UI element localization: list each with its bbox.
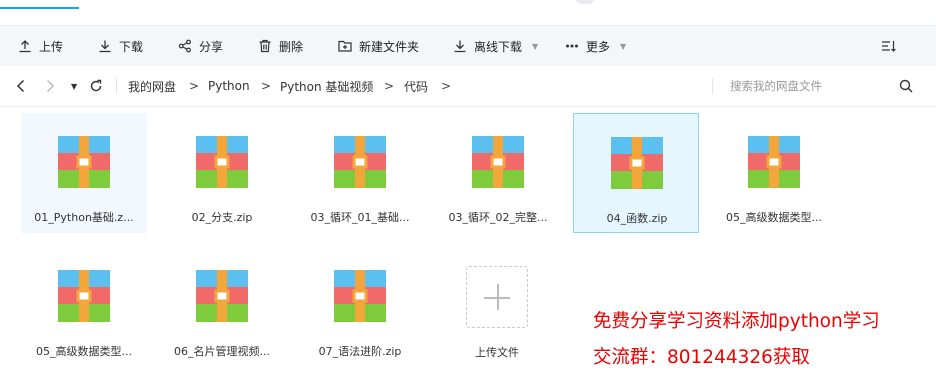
new-folder-icon: [338, 40, 352, 52]
file-item[interactable]: 02_分支.zip: [159, 113, 285, 233]
breadcrumb-item-python-basics[interactable]: Python 基础视频: [280, 66, 373, 106]
sort-icon: [882, 41, 896, 52]
file-item[interactable]: 03_循环_02_完整...: [435, 113, 561, 233]
active-tab-indicator: [0, 7, 79, 9]
file-item[interactable]: 06_名片管理视频...: [159, 247, 285, 367]
zip-archive-icon: [58, 136, 110, 188]
upload-icon: [19, 40, 31, 53]
file-item[interactable]: 05_高级数据类型...: [21, 247, 147, 367]
back-arrow-icon: [16, 79, 25, 93]
top-strip: [0, 0, 936, 25]
breadcrumb-item-my-drive[interactable]: 我的网盘: [128, 66, 176, 106]
file-name: 03_循环_01_基础...: [310, 211, 410, 224]
more-button[interactable]: 更多 ▼: [565, 26, 626, 66]
offline-download-label: 离线下载: [474, 39, 523, 54]
divider: [116, 78, 117, 94]
file-name: 04_函数.zip: [606, 212, 668, 225]
breadcrumb-separator: >: [189, 79, 200, 93]
forward-arrow-icon: [46, 79, 55, 93]
search-button[interactable]: [899, 66, 913, 106]
file-name: 06_名片管理视频...: [174, 345, 270, 358]
offline-download-caret-icon: ▼: [532, 41, 539, 51]
top-handle: [575, 0, 595, 4]
upload-label: 上传: [39, 39, 64, 54]
back-button[interactable]: [16, 66, 26, 106]
promo-text-line1: 免费分享学习资料添加python学习: [593, 311, 880, 332]
share-button[interactable]: 分享: [178, 26, 223, 66]
zip-archive-icon: [334, 270, 386, 322]
trash-icon: [259, 39, 271, 53]
download-button[interactable]: 下载: [98, 26, 143, 66]
toolbar: 上传 下载 分享 删除 新建文件夹 离线下载 ▼ 更多 ▼: [0, 25, 936, 67]
delete-button[interactable]: 删除: [258, 26, 303, 66]
zip-archive-icon: [196, 270, 248, 322]
forward-button[interactable]: [45, 66, 55, 106]
more-label: 更多: [586, 39, 611, 54]
delete-label: 删除: [279, 39, 304, 54]
refresh-button[interactable]: [89, 66, 103, 106]
share-icon: [178, 39, 191, 53]
divider: [712, 78, 713, 94]
file-name: 02_分支.zip: [191, 211, 253, 224]
download-icon: [99, 40, 111, 53]
share-label: 分享: [199, 39, 224, 54]
zip-archive-icon: [472, 136, 524, 188]
breadcrumb-separator: >: [384, 79, 395, 93]
file-item[interactable]: 07_语法进阶.zip: [297, 247, 423, 367]
zip-archive-icon: [748, 136, 800, 188]
sort-button[interactable]: [880, 26, 905, 66]
refresh-icon: [90, 79, 102, 92]
zip-archive-icon: [611, 137, 663, 189]
file-item[interactable]: 01_Python基础.z...: [21, 113, 147, 233]
breadcrumb-item-code[interactable]: 代码: [404, 66, 428, 106]
file-name: 05_高级数据类型...: [726, 211, 822, 224]
offline-download-icon: [454, 40, 466, 53]
file-name: 01_Python基础.z...: [34, 211, 134, 224]
breadcrumb-item-python[interactable]: Python: [208, 66, 250, 106]
breadcrumb-separator: >: [441, 79, 452, 93]
zip-archive-icon: [334, 136, 386, 188]
upload-file-tile[interactable]: [466, 266, 528, 328]
download-label: 下载: [119, 39, 144, 54]
file-item[interactable]: 05_高级数据类型...: [711, 113, 837, 233]
file-name: 07_语法进阶.zip: [318, 345, 402, 358]
upload-button[interactable]: 上传: [18, 26, 63, 66]
zip-archive-icon: [58, 270, 110, 322]
new-folder-label: 新建文件夹: [359, 39, 420, 54]
navigation-bar: ▼ 我的网盘 > Python > Python 基础视频 > 代码 > 搜索我…: [0, 66, 936, 107]
promo-text-line2: 交流群：801244326获取: [593, 347, 810, 368]
zip-archive-icon: [196, 136, 248, 188]
search-input[interactable]: 搜索我的网盘文件: [730, 66, 822, 106]
file-name: 03_循环_02_完整...: [448, 211, 548, 224]
history-dropdown-icon[interactable]: ▼: [71, 66, 77, 106]
new-folder-button[interactable]: 新建文件夹: [338, 26, 419, 66]
file-item[interactable]: 03_循环_01_基础...: [297, 113, 423, 233]
more-dots-icon: [566, 44, 578, 48]
file-item[interactable]: 04_函数.zip: [573, 113, 699, 233]
breadcrumb-separator: >: [261, 79, 272, 93]
search-icon: [899, 79, 913, 93]
file-name: 05_高级数据类型...: [36, 345, 132, 358]
more-caret-icon: ▼: [620, 41, 627, 51]
upload-file-label: 上传文件: [475, 346, 519, 359]
offline-download-button[interactable]: 离线下载 ▼: [453, 26, 538, 66]
